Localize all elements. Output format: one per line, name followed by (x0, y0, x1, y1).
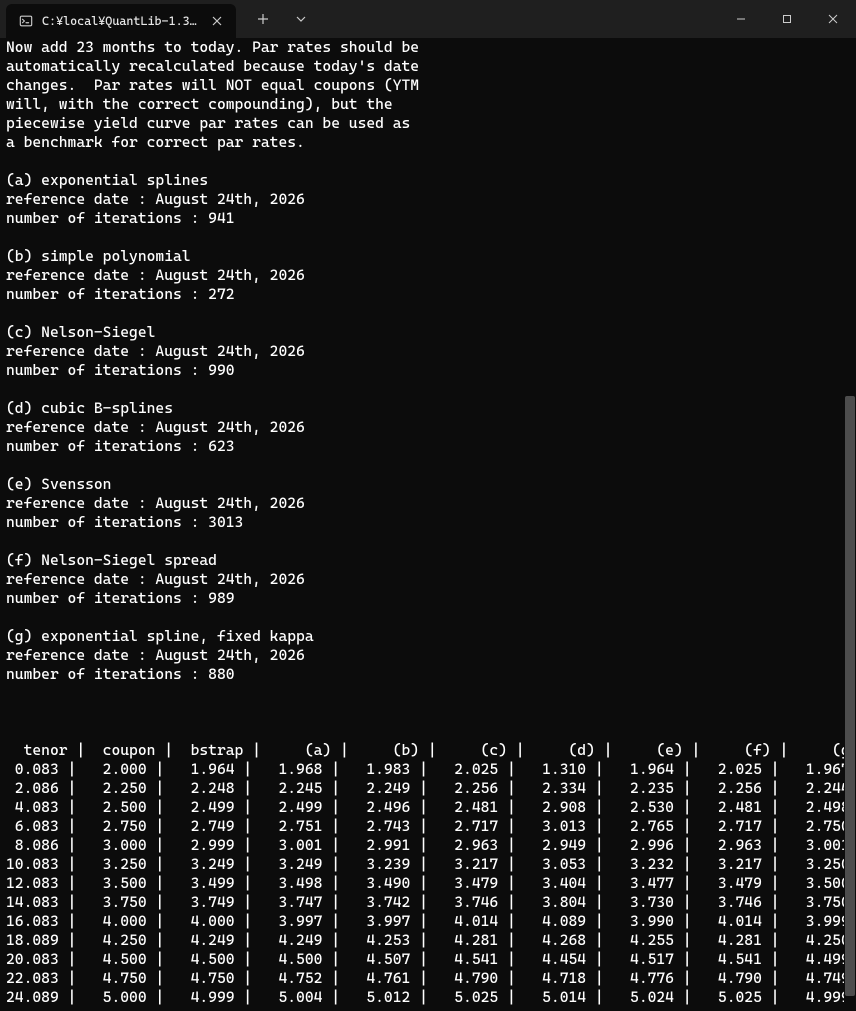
scrollbar-thumb[interactable] (845, 396, 855, 996)
titlebar: C:¥local¥QuantLib-1.32¥Examp (0, 0, 856, 38)
active-tab[interactable]: C:¥local¥QuantLib-1.32¥Examp (6, 4, 236, 38)
minimize-button[interactable] (718, 0, 764, 38)
terminal-icon (18, 13, 34, 29)
tab-dropdown-button[interactable] (284, 4, 318, 34)
terminal-output: Now add 23 months to today. Par rates sh… (6, 38, 852, 1007)
maximize-button[interactable] (764, 0, 810, 38)
scrollbar-track[interactable] (844, 38, 856, 1011)
new-tab-button[interactable] (246, 4, 280, 34)
tab-title: C:¥local¥QuantLib-1.32¥Examp (42, 14, 200, 28)
tab-close-button[interactable] (208, 12, 226, 30)
close-button[interactable] (810, 0, 856, 38)
window-controls (718, 0, 856, 38)
terminal-viewport[interactable]: Now add 23 months to today. Par rates sh… (0, 38, 856, 1011)
tabs-actions (236, 0, 318, 38)
